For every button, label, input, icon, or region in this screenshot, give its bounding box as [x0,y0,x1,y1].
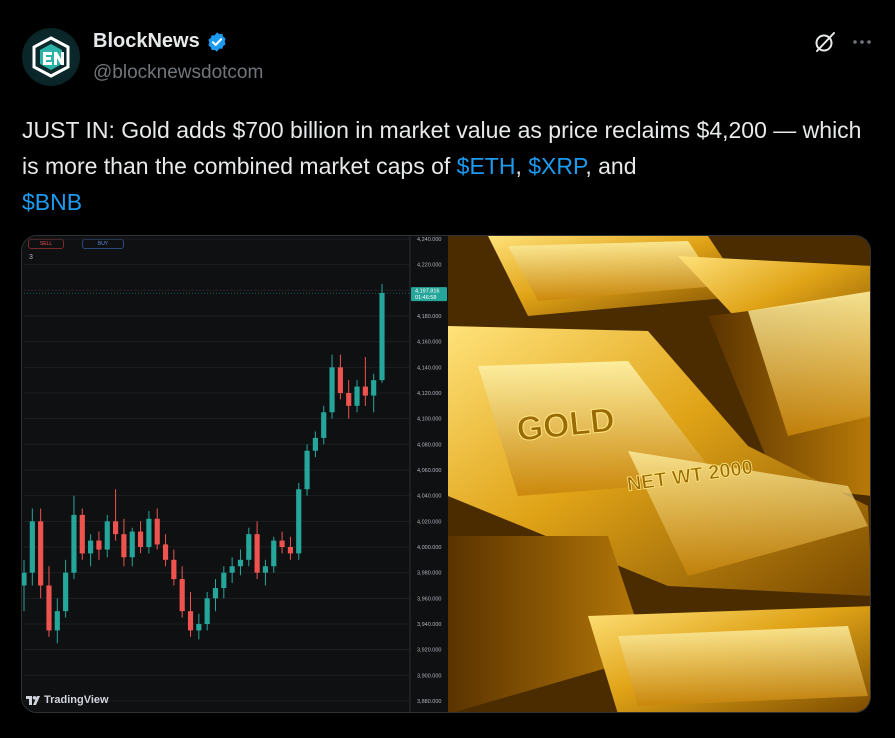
candle-body [321,412,327,438]
candle-body [346,393,352,406]
candle-body [79,514,85,554]
countdown-label: 01:46:58 [415,295,436,301]
gold-bars-illustration: GOLD NET WT 2000 [448,236,870,712]
blocknews-logo-icon [32,36,70,78]
y-tick-label: 4,080.000 [417,442,441,448]
tradingview-label: TradingView [44,694,109,706]
candle-body [113,521,119,535]
y-tick-label: 4,120.000 [417,391,441,397]
author-display-name[interactable]: BlockNews [93,30,200,53]
tweet-media[interactable]: SELL BUY 3 4,240.0004,220.0004,200.0004,… [21,235,871,713]
tweet-text-sep: , [515,153,529,179]
candle-body [212,588,219,599]
verified-badge-icon [208,31,226,52]
y-tick-label: 3,940.000 [417,622,441,628]
candle-body [337,367,343,393]
candlestick-chart: 4,240.0004,220.0004,200.0004,180.0004,16… [22,236,447,712]
tweet-header: BlockNews @blocknewsdotcom [22,28,873,88]
grok-icon[interactable] [813,30,837,54]
candle-body [54,611,60,631]
candle-body [121,534,127,558]
candle-body [262,566,269,573]
y-tick-label: 4,140.000 [417,365,441,371]
candle-body [137,531,144,547]
candle-body [229,566,235,573]
candle-body [129,531,135,558]
candle-body [237,559,244,567]
candle-body [329,367,335,413]
y-tick-label: 4,000.000 [417,545,441,551]
more-icon[interactable] [851,31,873,53]
y-tick-label: 4,040.000 [417,494,441,500]
tweet-text: JUST IN: Gold adds $700 billion in marke… [22,112,877,220]
y-tick-label: 4,240.000 [417,237,441,243]
candle-body [63,572,69,612]
candle-body [154,518,160,545]
y-tick-label: 4,060.000 [417,468,441,474]
candle-body [296,489,302,554]
y-tick-label: 3,880.000 [417,699,441,705]
y-tick-label: 4,100.000 [417,417,441,423]
candle-body [146,518,152,547]
candle-body [271,540,277,567]
cashtag-xrp[interactable]: $XRP [528,153,585,179]
author-handle[interactable]: @blocknewsdotcom [93,62,263,84]
candle-body [204,598,210,624]
tweet-text-body: JUST IN: Gold adds $700 billion in marke… [22,117,862,179]
candle-body [96,540,102,550]
chart-image[interactable]: SELL BUY 3 4,240.0004,220.0004,200.0004,… [22,236,448,712]
candle-body [179,579,185,612]
cashtag-bnb[interactable]: $BNB [22,189,82,215]
candle-body [71,514,77,573]
candle-body [196,624,202,631]
candle-body [379,292,385,381]
candle-body [371,380,377,396]
candle-body [187,611,194,631]
candle-body [38,521,44,586]
header-actions [813,30,873,54]
candle-body [162,544,169,560]
y-tick-label: 4,220.000 [417,263,441,269]
avatar[interactable] [22,28,80,86]
candle-body [29,521,35,573]
y-tick-label: 4,160.000 [417,340,441,346]
candle-body [312,437,318,451]
candle-body [362,386,368,396]
candle-body [171,559,177,580]
y-tick-label: 3,900.000 [417,673,441,679]
tradingview-logo-icon [26,695,40,705]
candle-body [279,540,285,547]
cashtag-eth[interactable]: $ETH [457,153,516,179]
y-tick-label: 3,960.000 [417,596,441,602]
candle-body [221,572,227,589]
candle-body [104,521,110,550]
y-tick-label: 4,180.000 [417,314,441,320]
candle-body [246,534,252,560]
candle-body [46,585,52,631]
y-tick-label: 3,920.000 [417,648,441,654]
tweet-text-sep: , and [585,153,637,179]
candle-body [354,386,360,406]
candle-body [88,540,94,554]
author-name-row: BlockNews [93,30,228,53]
y-tick-label: 3,980.000 [417,571,441,577]
candle-body [254,534,260,573]
candle-body [304,450,310,490]
y-tick-label: 4,020.000 [417,519,441,525]
gold-bars-image[interactable]: GOLD NET WT 2000 [448,236,870,712]
last-price-label: 4,197.816 [415,289,439,295]
tradingview-watermark: TradingView [26,694,109,706]
candle-body [22,572,27,586]
candle-body [287,547,293,554]
